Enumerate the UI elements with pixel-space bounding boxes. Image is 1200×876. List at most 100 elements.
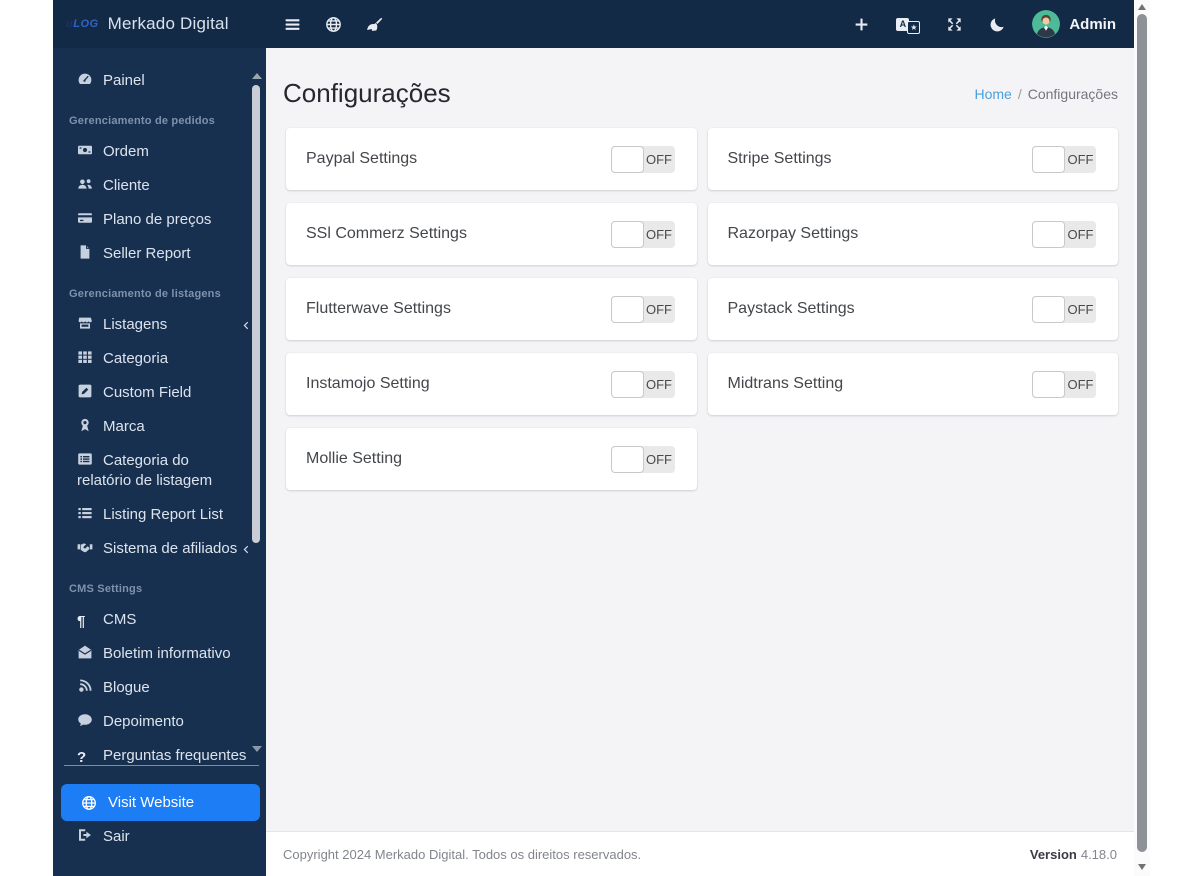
envelope-open-icon [77,644,95,660]
paragraph-icon: ¶ [77,613,86,630]
brand-title: Merkado Digital [107,14,229,33]
toggle-state-label: OFF [1067,226,1094,242]
toggle-state-label: OFF [646,301,672,317]
handshake-icon [77,539,95,555]
sidebar-scroll-down-icon[interactable] [252,746,262,752]
toggle-switch[interactable]: OFF [1032,145,1096,173]
settings-card-label: Paypal Settings [306,150,418,167]
add-new-icon[interactable] [853,16,870,33]
settings-card-stripe-settings: Stripe Settings OFF [707,128,1118,190]
chevron-left-icon [240,541,252,554]
sidebar-item-blogue[interactable]: Blogue [53,671,266,705]
footer-version: Version 4.18.0 [1029,846,1117,862]
settings-card-ssl-commerz-settings: SSl Commerz Settings OFF [286,203,697,265]
site-globe-icon[interactable] [325,16,342,33]
sidebar-scroll-up-icon[interactable] [252,73,262,79]
menu-toggle-icon[interactable] [284,16,301,33]
page-title: Configurações [283,78,451,108]
fullscreen-icon[interactable] [946,16,963,33]
window-scrollbar-thumb[interactable] [1137,14,1147,852]
settings-card-paypal-settings: Paypal Settings OFF [286,128,697,190]
content-area: Configurações Home / Configurações Paypal … [266,48,1134,831]
scroll-down-icon[interactable] [1138,864,1146,870]
users-icon [77,176,95,192]
credit-card-icon [77,210,95,226]
sidebar-item-categoria-do-relatorio-de-listagem[interactable]: Categoria do relatório de listagem [53,444,266,498]
sidebar-item-boletim-informativo[interactable]: Boletim informativo [53,637,266,671]
avatar [1032,10,1061,38]
sidebar-section-header: Gerenciamento de listagens [69,288,221,300]
sidebar-item-categoria[interactable]: Categoria [53,342,266,376]
list-icon [77,505,95,521]
sidebar-item-ordem[interactable]: Ordem [53,135,266,169]
toggle-switch[interactable]: OFF [610,220,675,248]
sidebar-section-header: Gerenciamento de pedidos [69,115,216,127]
toggle-state-label: OFF [1067,151,1094,167]
scroll-up-icon[interactable] [1138,4,1146,10]
sidebar-item-sistema-de-afiliados[interactable]: Sistema de afiliados [53,532,266,566]
toggle-knob [610,220,644,248]
chevron-left-icon [240,317,252,330]
sidebar: uLOG Merkado Digital Painel Gerenciamento… [53,0,266,876]
sidebar-item-custom-field[interactable]: Custom Field [53,376,266,410]
sidebar-item-listagens[interactable]: Listagens [53,308,266,342]
comment-icon [77,712,95,728]
settings-card-label: Stripe Settings [727,150,832,167]
sidebar-divider [64,765,259,766]
navbar-left-icons [284,16,383,33]
toggle-switch[interactable]: OFF [1032,220,1096,248]
sidebar-item-plano-de-precos[interactable]: Plano de preços [53,203,266,237]
sidebar-item-listing-report-list[interactable]: Listing Report List [53,498,266,532]
top-navbar: A ★ Admin [266,0,1134,48]
settings-card-midtrans-setting: Midtrans Setting OFF [707,353,1118,415]
sidebar-scrollbar-thumb[interactable] [252,85,260,543]
settings-card-label: Mollie Setting [306,450,403,467]
award-icon [77,417,95,433]
sidebar-item-marca[interactable]: Marca [53,410,266,444]
user-name: Admin [1069,15,1116,33]
breadcrumb-separator: / [1017,85,1022,102]
breadcrumb-home-link[interactable]: Home [974,86,1011,102]
sidebar-item-seller-report[interactable]: Seller Report [53,237,266,271]
money-bill-icon [77,142,95,158]
translate-language-icon[interactable]: A ★ [896,17,921,34]
toggle-switch[interactable]: OFF [610,445,675,473]
toggle-knob [1032,220,1065,248]
toggle-switch[interactable]: OFF [1032,295,1096,323]
settings-card-flutterwave-settings: Flutterwave Settings OFF [286,278,697,340]
settings-card-label: Instamojo Setting [306,375,430,392]
toggle-switch[interactable]: OFF [610,370,675,398]
user-menu[interactable]: Admin [1032,10,1116,38]
dark-mode-moon-icon[interactable] [989,16,1006,33]
toggle-state-label: OFF [646,376,672,392]
toggle-switch[interactable]: OFF [610,145,675,173]
grid-icon [77,349,95,365]
sidebar-item-perguntas-frequentes[interactable]: ? Perguntas frequentes [53,739,266,765]
toggle-state-label: OFF [646,151,672,167]
page-header: Configurações Home / Configurações [266,48,1134,112]
settings-card-label: Flutterwave Settings [306,300,451,317]
sidebar-item-depoimento[interactable]: Depoimento [53,705,266,739]
toggle-knob [610,295,644,323]
clear-cache-broom-icon[interactable] [366,16,383,33]
tachometer-icon [77,71,95,87]
toggle-switch[interactable]: OFF [1032,370,1096,398]
sidebar-item-logout[interactable]: Sair [53,820,266,854]
question-icon: ? [77,749,87,766]
sidebar-brand[interactable]: uLOG Merkado Digital [53,0,266,48]
sidebar-item-cms[interactable]: ¶ CMS [53,603,266,637]
visit-website-button[interactable]: Visit Website [61,784,260,821]
list-alt-icon [77,451,95,467]
store-icon [77,315,95,331]
blog-icon [77,678,95,694]
footer: Copyright 2024 Merkado Digital. Todos os… [266,831,1134,876]
toggle-switch[interactable]: OFF [610,295,675,323]
sidebar-item-painel[interactable]: Painel [53,64,266,98]
sidebar-item-cliente[interactable]: Cliente [53,169,266,203]
toggle-state-label: OFF [1067,376,1094,392]
toggle-state-label: OFF [1067,301,1094,317]
globe-icon [80,795,98,811]
toggle-state-label: OFF [646,451,672,467]
settings-card-label: Midtrans Setting [727,375,844,392]
navbar-right-icons: A ★ [853,16,1006,34]
